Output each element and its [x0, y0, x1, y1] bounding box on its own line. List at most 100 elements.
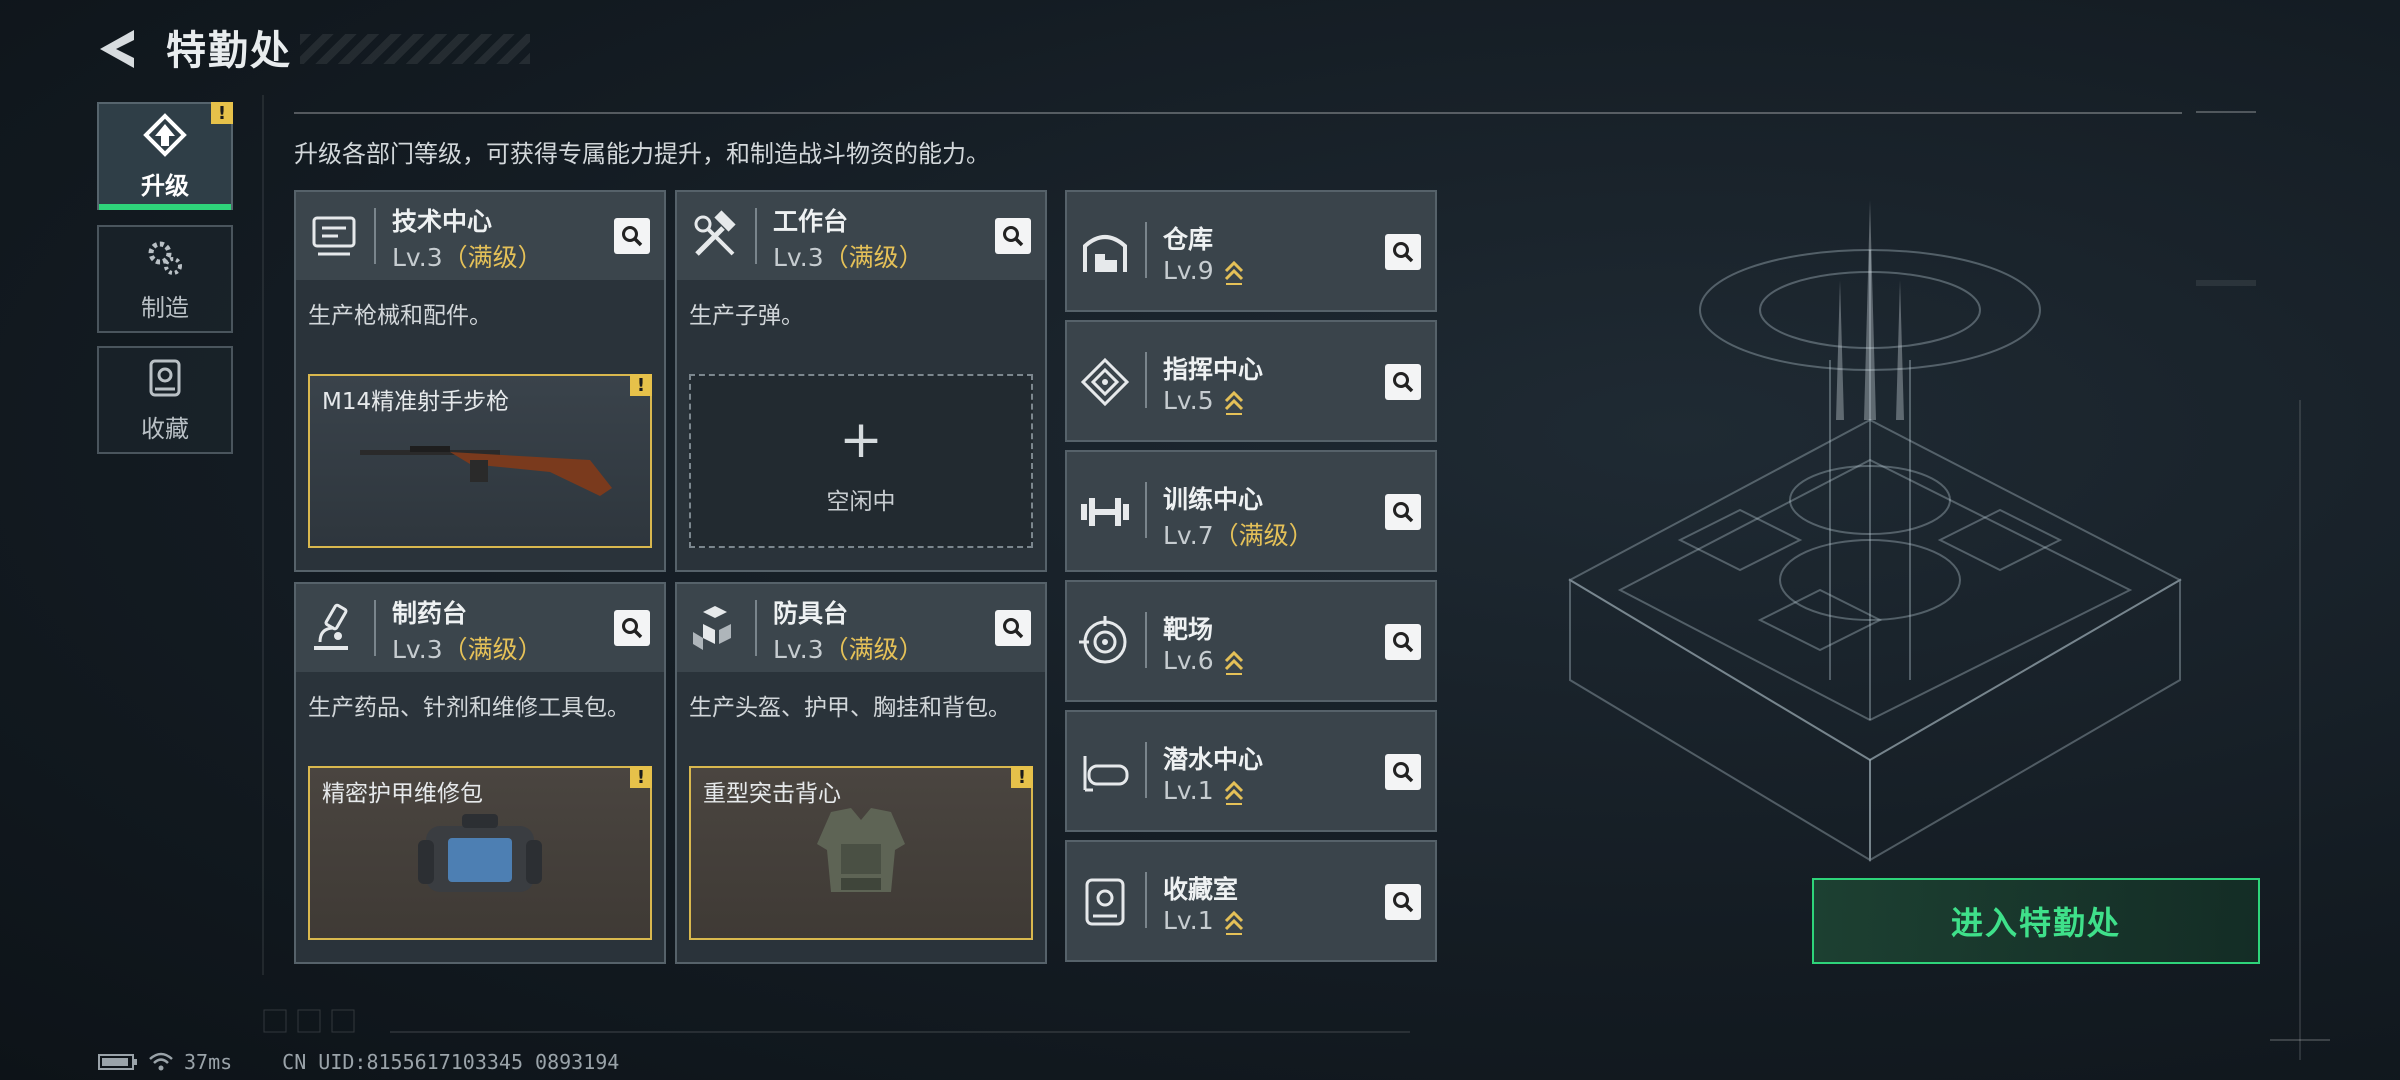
facility-name: 制药台 [392, 599, 468, 628]
facility-name: 收藏室 [1163, 875, 1239, 904]
tab-collection[interactable]: 收藏 [97, 346, 233, 454]
divider [374, 600, 376, 656]
facility-level: Lv.7（满级） [1163, 521, 1314, 550]
tab-upgrade[interactable]: 升级 ! [97, 102, 233, 210]
upgrade-available-icon [1224, 260, 1243, 285]
inspect-button[interactable] [1385, 234, 1421, 270]
divider [1145, 352, 1147, 408]
upgrade-available-icon [1224, 780, 1243, 805]
button-label: 进入特勤处 [1950, 904, 2121, 942]
gears-icon [148, 241, 182, 275]
warning-badge: ! [1011, 766, 1033, 788]
facility-card-tech-center[interactable]: 技术中心 Lv.3（满级） 生产枪械和配件。 M14精准射手步枪 ! [294, 190, 666, 572]
battery-icon [98, 1054, 137, 1070]
title-decoration [300, 34, 530, 64]
search-icon [1393, 242, 1414, 263]
armor-bench-icon [693, 606, 731, 650]
tab-label: 制造 [141, 293, 189, 322]
facility-row-diving-center[interactable]: 潜水中心 Lv.1 [1065, 710, 1437, 832]
facility-level: Lv.6 [1163, 646, 1244, 675]
inspect-button[interactable] [1385, 494, 1421, 530]
card-header: 技术中心 Lv.3（满级） [296, 192, 664, 280]
facility-description: 生产药品、针剂和维修工具包。 [308, 695, 630, 721]
inspect-button[interactable] [995, 610, 1031, 646]
facility-name: 训练中心 [1163, 485, 1264, 514]
warehouse-icon [1083, 235, 1127, 272]
slot-item-name: 重型突击背心 [703, 781, 841, 807]
collection-icon [149, 359, 181, 396]
production-slot[interactable]: M14精准射手步枪 ! [308, 374, 652, 548]
production-slot[interactable]: 重型突击背心 ! [689, 766, 1033, 940]
back-arrow-icon [100, 30, 134, 68]
search-icon [622, 226, 643, 247]
inspect-button[interactable] [1385, 624, 1421, 660]
upgrade-available-icon [1224, 390, 1243, 415]
assault-vest-image [817, 808, 905, 892]
warning-badge: ! [630, 374, 652, 396]
enter-special-ops-button[interactable]: 进入特勤处 [1812, 878, 2260, 964]
facility-card-armor-bench[interactable]: 防具台 Lv.3（满级） 生产头盔、护甲、胸挂和背包。 重型突击背心 ! [675, 582, 1047, 964]
facility-row-warehouse[interactable]: 仓库 Lv.9 [1065, 190, 1437, 312]
inspect-button[interactable] [995, 218, 1031, 254]
warning-badge: ! [211, 102, 233, 124]
inspect-button[interactable] [1385, 754, 1421, 790]
search-icon [1003, 618, 1024, 639]
divider [1145, 612, 1147, 668]
facility-name: 仓库 [1163, 225, 1214, 254]
range-icon [1079, 616, 1127, 664]
divider [294, 112, 2182, 114]
inspect-button[interactable] [614, 218, 650, 254]
tab-label: 收藏 [141, 414, 189, 443]
card-header: 制药台 Lv.3（满级） [296, 584, 664, 672]
search-icon [1393, 762, 1414, 783]
facility-row-range[interactable]: 靶场 Lv.6 [1065, 580, 1437, 702]
facility-name: 工作台 [773, 207, 849, 236]
inspect-button[interactable] [1385, 364, 1421, 400]
facility-description: 生产子弹。 [689, 303, 804, 329]
warning-badge: ! [630, 766, 652, 788]
page-description: 升级各部门等级，可获得专属能力提升，和制造战斗物资的能力。 [294, 140, 990, 168]
inspect-button[interactable] [614, 610, 650, 646]
repair-kit-image [418, 814, 542, 892]
empty-production-slot[interactable]: + 空闲中 [689, 374, 1033, 548]
search-icon [1393, 372, 1414, 393]
divider [262, 95, 264, 975]
divider [1145, 742, 1147, 798]
production-slot[interactable]: 精密护甲维修包 ! [308, 766, 652, 940]
divider [1145, 482, 1147, 538]
inspect-button[interactable] [1385, 884, 1421, 920]
facility-row-command-center[interactable]: 指挥中心 Lv.5 [1065, 320, 1437, 442]
ping-value: 37ms [184, 1050, 233, 1074]
facility-row-collection-room[interactable]: 收藏室 Lv.1 [1065, 840, 1437, 962]
facility-name: 指挥中心 [1163, 355, 1264, 384]
rifle-image [360, 446, 612, 496]
search-icon [1003, 226, 1024, 247]
command-center-icon [1080, 357, 1130, 407]
tech-center-icon [312, 216, 356, 256]
facility-level: Lv.1 [1163, 906, 1244, 935]
back-button[interactable] [96, 24, 146, 74]
plus-icon: + [839, 410, 883, 470]
card-header: 防具台 Lv.3（满级） [677, 584, 1045, 672]
tab-craft[interactable]: 制造 [97, 225, 233, 333]
search-icon [622, 618, 643, 639]
upgrade-available-icon [1224, 910, 1243, 935]
slot-status: 空闲中 [826, 489, 896, 515]
facility-level: Lv.3（满级） [773, 243, 924, 272]
facility-card-pharmacy[interactable]: 制药台 Lv.3（满级） 生产药品、针剂和维修工具包。 精密护甲维修包 ! [294, 582, 666, 964]
card-header: 工作台 Lv.3（满级） [677, 192, 1045, 280]
facility-level: Lv.3（满级） [392, 243, 543, 272]
facility-name: 靶场 [1163, 615, 1214, 644]
base-wireframe-image [1567, 200, 2183, 862]
facility-row-training-center[interactable]: 训练中心 Lv.7（满级） [1065, 450, 1437, 572]
page-title: 特勤处 [166, 28, 292, 74]
facility-card-workbench[interactable]: 工作台 Lv.3（满级） 生产子弹。 + 空闲中 [675, 190, 1047, 572]
collection-room-icon [1085, 878, 1125, 926]
facility-description: 生产头盔、护甲、胸挂和背包。 [689, 695, 1011, 721]
divider [755, 600, 757, 656]
workbench-icon [694, 210, 736, 256]
tab-label: 升级 [141, 171, 189, 200]
divider [1145, 222, 1147, 278]
facility-level: Lv.9 [1163, 256, 1244, 285]
divider [755, 208, 757, 264]
